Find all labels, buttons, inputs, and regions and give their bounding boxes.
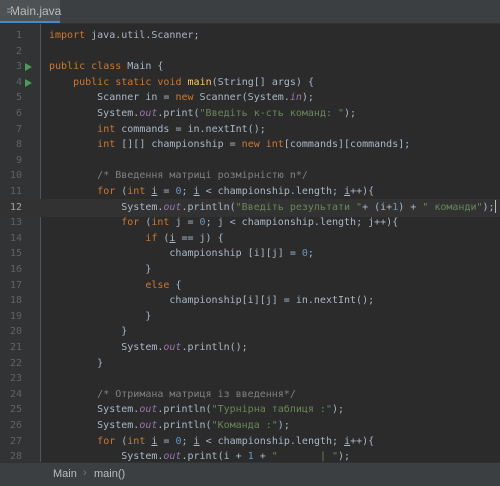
- run-gutter-icon[interactable]: [25, 78, 32, 87]
- breadcrumb-method[interactable]: main(): [94, 468, 125, 480]
- breadcrumb-class[interactable]: Main: [53, 468, 77, 480]
- code-editor[interactable]: 1 import java.util.Scanner; 2 3 public class…: [0, 24, 500, 462]
- ide-window: Main.java 1 import java.util.Scanner; 2 3 pu…: [0, 0, 500, 486]
- breadcrumb-separator-icon: ›: [83, 467, 87, 479]
- run-gutter-icon[interactable]: [25, 63, 32, 72]
- editor-tab-bar: Main.java: [0, 0, 500, 24]
- tab-main-java[interactable]: Main.java: [0, 0, 62, 23]
- tab-label: Main.java: [10, 3, 62, 18]
- text-cursor: [494, 200, 496, 214]
- breadcrumb: Main › main(): [0, 462, 500, 486]
